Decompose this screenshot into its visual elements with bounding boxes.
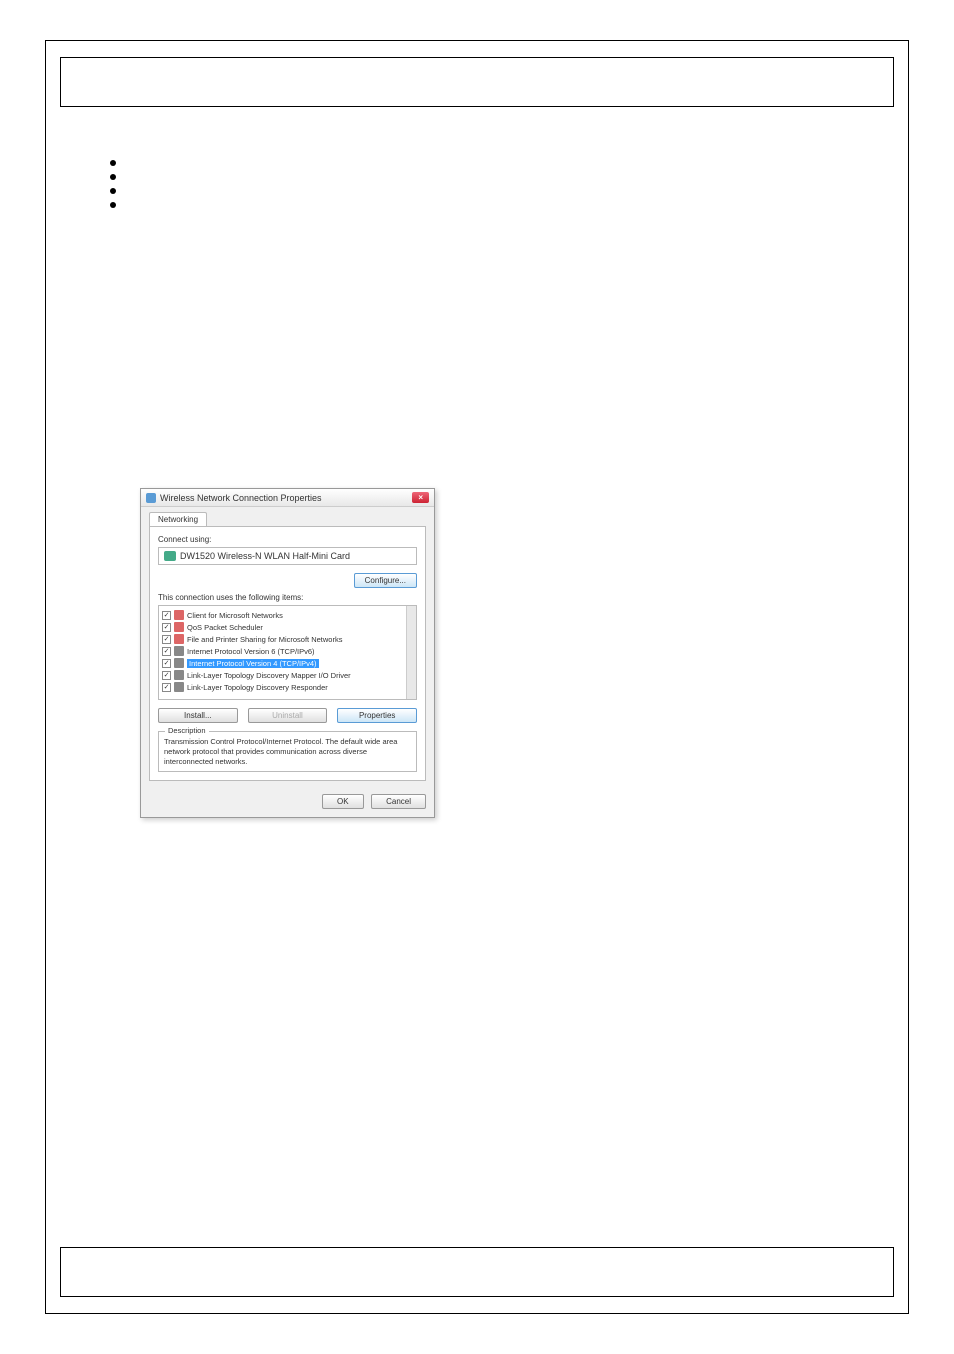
dialog-footer: OK Cancel [141, 789, 434, 817]
item-label: Link-Layer Topology Discovery Responder [187, 683, 328, 692]
connection-items-list[interactable]: ✓ Client for Microsoft Networks ✓ QoS Packe… [158, 605, 417, 700]
item-label: Client for Microsoft Networks [187, 611, 283, 620]
bullet-icon [110, 202, 116, 208]
item-icon [174, 610, 184, 620]
description-text: Transmission Control Protocol/Internet P… [164, 737, 397, 766]
item-icon [174, 658, 184, 668]
item-checkbox[interactable]: ✓ [162, 623, 171, 632]
ok-button[interactable]: OK [322, 794, 364, 809]
item-icon [174, 682, 184, 692]
item-checkbox[interactable]: ✓ [162, 635, 171, 644]
bullet-item [110, 174, 874, 180]
connection-item[interactable]: ✓ Internet Protocol Version 6 (TCP/IPv6) [162, 645, 413, 657]
connection-item[interactable]: ✓ File and Printer Sharing for Microsoft … [162, 633, 413, 645]
tab-networking[interactable]: Networking [149, 512, 207, 526]
item-label: Internet Protocol Version 4 (TCP/IPv4) [187, 659, 319, 668]
item-label: Internet Protocol Version 6 (TCP/IPv6) [187, 647, 315, 656]
window-title: Wireless Network Connection Properties [160, 493, 322, 503]
titlebar: Wireless Network Connection Properties × [141, 489, 434, 507]
properties-dialog: Wireless Network Connection Properties ×… [140, 488, 435, 818]
description-label: Description [165, 726, 209, 736]
uninstall-button: Uninstall [248, 708, 328, 723]
footer-box [60, 1247, 894, 1297]
bullet-item [110, 202, 874, 208]
window-icon [146, 493, 156, 503]
item-checkbox[interactable]: ✓ [162, 647, 171, 656]
description-box: Description Transmission Control Protoco… [158, 731, 417, 772]
bullet-icon [110, 160, 116, 166]
tab-strip: Networking [141, 507, 434, 526]
cancel-button[interactable]: Cancel [371, 794, 426, 809]
item-checkbox[interactable]: ✓ [162, 611, 171, 620]
adapter-icon [164, 551, 176, 561]
titlebar-left: Wireless Network Connection Properties [146, 493, 322, 503]
items-label: This connection uses the following items… [158, 593, 417, 602]
page-content: Wireless Network Connection Properties ×… [60, 120, 894, 858]
item-icon [174, 670, 184, 680]
item-label: Link-Layer Topology Discovery Mapper I/O… [187, 671, 351, 680]
connection-item[interactable]: ✓ Link-Layer Topology Discovery Responder [162, 681, 413, 693]
item-icon [174, 646, 184, 656]
configure-row: Configure... [158, 573, 417, 588]
install-button[interactable]: Install... [158, 708, 238, 723]
item-icon [174, 634, 184, 644]
bullet-item [110, 188, 874, 194]
item-checkbox[interactable]: ✓ [162, 683, 171, 692]
bullet-icon [110, 188, 116, 194]
connection-item[interactable]: ✓ Internet Protocol Version 4 (TCP/IPv4) [162, 657, 413, 669]
connection-item[interactable]: ✓ Client for Microsoft Networks [162, 609, 413, 621]
item-label: File and Printer Sharing for Microsoft N… [187, 635, 342, 644]
connection-item[interactable]: ✓ Link-Layer Topology Discovery Mapper I/… [162, 669, 413, 681]
item-checkbox[interactable]: ✓ [162, 671, 171, 680]
adapter-box: DW1520 Wireless-N WLAN Half-Mini Card [158, 547, 417, 565]
screenshot-wrapper: Wireless Network Connection Properties ×… [140, 488, 874, 818]
close-button[interactable]: × [412, 492, 429, 503]
button-row: Install... Uninstall Properties [158, 708, 417, 723]
bullet-item [110, 160, 874, 166]
item-checkbox[interactable]: ✓ [162, 659, 171, 668]
connect-using-label: Connect using: [158, 535, 417, 544]
properties-button[interactable]: Properties [337, 708, 417, 723]
connection-item[interactable]: ✓ QoS Packet Scheduler [162, 621, 413, 633]
item-icon [174, 622, 184, 632]
bullet-list [110, 160, 874, 208]
header-box [60, 57, 894, 107]
dialog-body: Connect using: DW1520 Wireless-N WLAN Ha… [149, 526, 426, 781]
item-label: QoS Packet Scheduler [187, 623, 263, 632]
adapter-name: DW1520 Wireless-N WLAN Half-Mini Card [180, 551, 350, 561]
bullet-icon [110, 174, 116, 180]
scrollbar[interactable] [406, 606, 416, 699]
configure-button[interactable]: Configure... [354, 573, 417, 588]
